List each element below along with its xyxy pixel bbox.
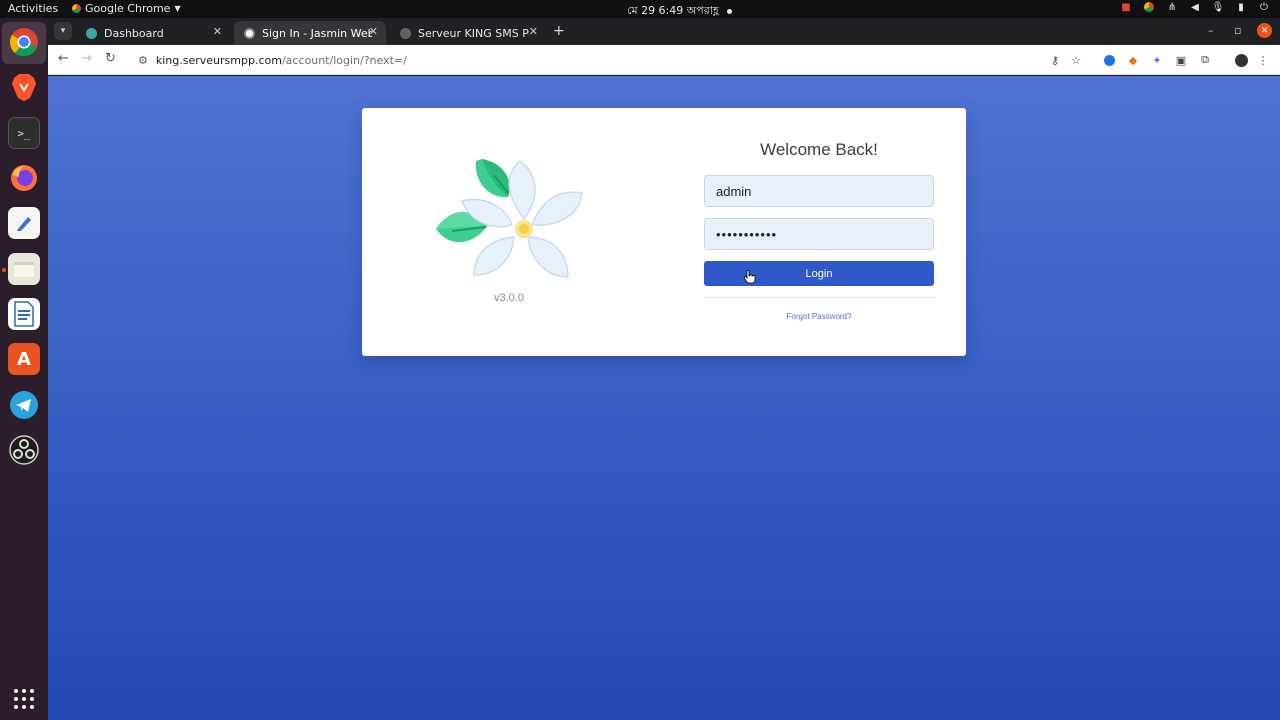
- brave-icon[interactable]: [8, 71, 40, 103]
- welcome-heading: Welcome Back!: [760, 140, 878, 159]
- close-tab-icon[interactable]: ✕: [529, 25, 538, 38]
- files-icon[interactable]: [8, 253, 40, 285]
- version-label: v3.0.0: [494, 292, 524, 304]
- url-path: /account/login/?next=/: [281, 53, 407, 67]
- close-tab-icon[interactable]: ✕: [369, 25, 378, 38]
- metamask-icon[interactable]: ◆: [1126, 53, 1140, 67]
- screen-record-icon[interactable]: ■: [1120, 1, 1132, 13]
- telegram-icon[interactable]: [8, 389, 40, 421]
- chrome-tray-icon[interactable]: [1143, 1, 1155, 13]
- site-info-icon[interactable]: ⚙: [138, 54, 148, 67]
- tab-search-button[interactable]: ▾: [54, 22, 72, 40]
- writer-icon[interactable]: [8, 298, 40, 330]
- show-apps-icon[interactable]: [8, 683, 40, 715]
- divider: [704, 297, 934, 298]
- menu-kebab-icon[interactable]: ⋮: [1256, 53, 1270, 67]
- bookmark-star-icon[interactable]: ☆: [1069, 53, 1083, 67]
- globe-favicon-icon: [400, 27, 411, 39]
- network-icon[interactable]: ⋔: [1166, 1, 1178, 13]
- obs-icon[interactable]: [8, 434, 40, 466]
- address-bar[interactable]: ⚙ king.serveursmpp.com/account/login/?ne…: [130, 48, 1110, 72]
- forward-button[interactable]: →: [81, 51, 92, 66]
- text-editor-icon[interactable]: [8, 207, 40, 239]
- firefox-icon[interactable]: [8, 162, 40, 194]
- activities-button[interactable]: Activities: [8, 2, 58, 15]
- system-top-bar: Activities Google Chrome ▼ মে 29 6:49 অপ…: [0, 0, 1280, 18]
- notification-dot-icon: [726, 8, 732, 14]
- tab-strip: ▾ Dashboard ✕ Sign In - Jasmin Web Panel…: [48, 18, 1280, 45]
- chrome-icon[interactable]: [8, 26, 40, 58]
- running-indicator: [2, 268, 6, 272]
- extension-blue-icon[interactable]: [1102, 53, 1116, 67]
- minimize-button[interactable]: –: [1208, 24, 1214, 37]
- dock: >_ A: [0, 18, 48, 720]
- power-icon[interactable]: ⏻: [1258, 1, 1270, 13]
- close-tab-icon[interactable]: ✕: [213, 25, 222, 38]
- extensions-puzzle-icon[interactable]: ⧉: [1198, 53, 1212, 67]
- password-key-icon[interactable]: ⚷: [1048, 53, 1062, 67]
- url-host: king.serveursmpp.com: [155, 53, 282, 67]
- jasmin-flower-logo: [436, 159, 583, 278]
- password-input[interactable]: •••••••••••: [704, 218, 934, 250]
- caret-down-icon: ▼: [174, 4, 181, 13]
- login-button[interactable]: Login: [704, 261, 934, 286]
- tab-serveur-king[interactable]: Serveur KING SMS PRO ✕: [390, 21, 546, 45]
- microphone-icon[interactable]: 🎙︎: [1212, 1, 1225, 13]
- tab-dashboard[interactable]: Dashboard ✕: [76, 21, 230, 45]
- app-menu[interactable]: Google Chrome ▼: [72, 2, 181, 15]
- browser-toolbar: ← → ↻ ⚙ king.serveursmpp.com/account/log…: [48, 45, 1280, 75]
- close-window-button[interactable]: ✕: [1257, 23, 1272, 38]
- profile-avatar[interactable]: [1234, 53, 1248, 67]
- login-card: v3.0.0 Welcome Back! admin ••••••••••• L…: [362, 108, 966, 356]
- restore-button[interactable]: ▫: [1234, 24, 1241, 37]
- terminal-icon[interactable]: >_: [8, 117, 40, 149]
- back-button[interactable]: ←: [58, 51, 69, 66]
- system-tray: ■ ⋔ ◀ 🎙︎ ▮ ⏻: [1120, 1, 1270, 13]
- page-content: v3.0.0 Welcome Back! admin ••••••••••• L…: [48, 76, 1280, 720]
- chrome-small-icon: [72, 4, 81, 13]
- volume-icon[interactable]: ◀: [1189, 1, 1201, 13]
- extension-square-icon[interactable]: ▣: [1174, 53, 1188, 67]
- app-name: Google Chrome: [85, 2, 171, 15]
- app-center-icon[interactable]: A: [8, 343, 40, 375]
- tab-sign-in[interactable]: Sign In - Jasmin Web Panel ✕: [234, 21, 386, 45]
- hand-cursor-icon: [744, 270, 756, 284]
- battery-icon[interactable]: ▮: [1235, 1, 1247, 13]
- reload-button[interactable]: ↻: [105, 51, 116, 66]
- gemini-sparkle-icon[interactable]: ✦: [1150, 53, 1164, 67]
- username-input[interactable]: admin: [704, 175, 934, 207]
- globe-favicon-icon: [244, 27, 255, 39]
- forgot-password-link[interactable]: Forgot Password?: [704, 312, 934, 321]
- new-tab-button[interactable]: +: [553, 23, 565, 39]
- dashboard-favicon-icon: [86, 27, 97, 39]
